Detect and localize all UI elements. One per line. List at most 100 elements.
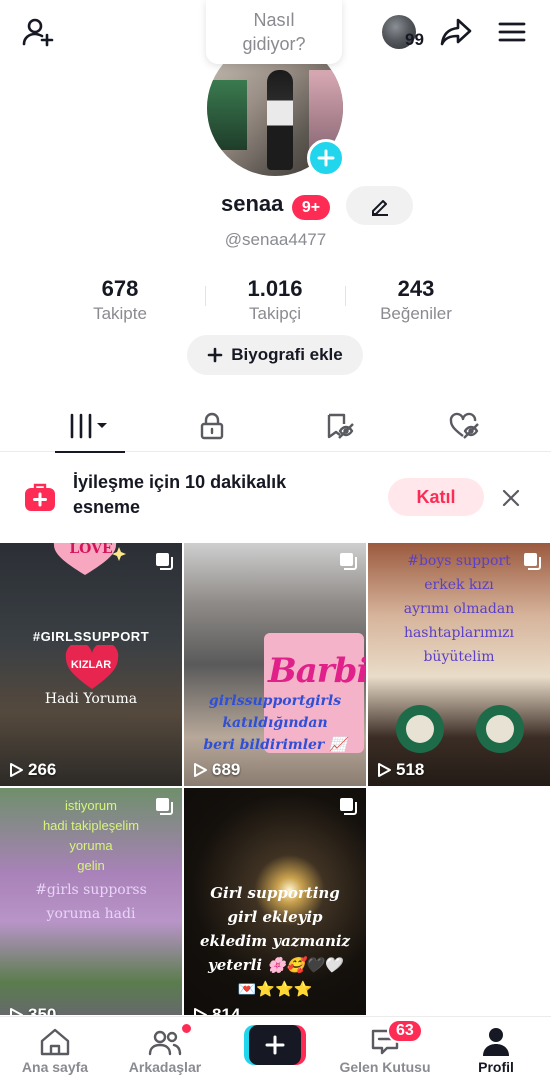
- pencil-icon: [371, 199, 388, 216]
- starbucks-logos: [396, 705, 524, 753]
- view-count-value: 518: [396, 760, 425, 779]
- nav-home[interactable]: Ana sayfa: [0, 1017, 110, 1080]
- nav-label: Ana sayfa: [21, 1059, 89, 1075]
- view-count-value: 350: [28, 1005, 57, 1015]
- promo-banner: İyileşme için 10 dakikalık esneme Katıl: [0, 462, 551, 532]
- tab-private[interactable]: [157, 400, 267, 452]
- nav-label: Profil: [478, 1059, 514, 1075]
- stat-value: 1.016: [247, 276, 303, 301]
- video-thumbnail[interactable]: istiyorum hadi takipleşelim yoruma gelin…: [0, 788, 182, 1015]
- view-count: 689: [192, 760, 240, 780]
- bottom-nav: Ana sayfa Arkadaşlar Gelen Kutusu 63 Pro…: [0, 1016, 551, 1080]
- close-icon[interactable]: [498, 485, 524, 511]
- video-caption: büyütelim: [423, 649, 495, 665]
- create-button[interactable]: [244, 1025, 306, 1065]
- video-caption: #girls supporss: [35, 882, 147, 898]
- home-icon: [40, 1028, 70, 1056]
- friends-icon: [148, 1030, 182, 1056]
- stat-label: Beğeniler: [380, 304, 452, 323]
- multi-photo-icon: [340, 798, 357, 815]
- stat-value: 678: [101, 276, 139, 301]
- view-count-value: 689: [212, 760, 241, 779]
- play-icon: [194, 1008, 207, 1015]
- video-caption: beri bildirimler 📈: [203, 737, 347, 753]
- multi-photo-icon: [340, 553, 357, 570]
- name-row: senaa 9+: [0, 186, 551, 226]
- add-story-plus-icon[interactable]: [307, 139, 345, 177]
- heart-eye-icon: [449, 412, 479, 439]
- plus-icon: [207, 347, 223, 363]
- video-thumbnail[interactable]: LOVE #GIRLSSUPPORT KIZLAR Hadi Yoruma 26…: [0, 543, 182, 786]
- inbox-unread-badge: 63: [387, 1019, 423, 1043]
- video-caption: erkek kızı: [424, 577, 494, 593]
- video-caption: Hadi Yoruma: [44, 691, 138, 707]
- plus-icon: [265, 1035, 285, 1055]
- notification-badge[interactable]: 9+: [292, 195, 330, 220]
- stat-likes[interactable]: 243 Beğeniler: [346, 276, 486, 324]
- video-thumbnail[interactable]: #boys support erkek kızı ayrımı olmadan …: [368, 543, 550, 786]
- nav-profile[interactable]: Profil: [441, 1017, 551, 1080]
- stat-following[interactable]: 678 Takipte: [50, 276, 190, 324]
- sparkle-icon: [112, 547, 126, 561]
- video-caption: 💌⭐⭐⭐: [237, 981, 313, 998]
- tab-videos[interactable]: [35, 400, 145, 453]
- stat-value: 243: [397, 276, 435, 301]
- share-icon[interactable]: [436, 12, 476, 52]
- video-caption: yeterli 🌸🥰🖤🤍: [208, 956, 342, 974]
- video-caption: ekledim yazmaniz: [199, 932, 351, 950]
- video-caption: ayrımı olmadan: [403, 601, 515, 617]
- play-icon: [10, 1008, 23, 1015]
- menu-icon[interactable]: [492, 12, 532, 52]
- status-note-bubble[interactable]: Nasıl gidiyor?: [206, 0, 342, 64]
- stat-label: Takipte: [93, 304, 147, 323]
- multi-photo-icon: [156, 553, 173, 570]
- nav-friends[interactable]: Arkadaşlar: [110, 1017, 220, 1080]
- video-grid: LOVE #GIRLSSUPPORT KIZLAR Hadi Yoruma 26…: [0, 543, 551, 1015]
- brand-text: Barbie: [268, 651, 366, 691]
- avatar-notification-count: 99: [405, 30, 424, 49]
- view-count-value: 266: [28, 760, 57, 779]
- play-icon: [378, 763, 391, 777]
- avatar-photo-detail: [207, 80, 247, 150]
- video-caption: Girl supporting: [210, 884, 340, 902]
- play-icon: [194, 763, 207, 777]
- profile-icon: [483, 1028, 509, 1056]
- bookmark-eye-icon: [327, 413, 354, 439]
- video-caption: yoruma hadi: [46, 906, 136, 922]
- video-caption: girlssupportgirls: [208, 693, 342, 709]
- add-friend-icon[interactable]: [18, 12, 58, 52]
- content-tabs: [0, 400, 551, 453]
- status-note-line-1: Nasıl: [253, 10, 295, 30]
- tab-liked[interactable]: [410, 400, 520, 452]
- multi-photo-icon: [524, 553, 541, 570]
- new-activity-dot: [181, 1023, 192, 1034]
- nav-inbox[interactable]: Gelen Kutusu: [330, 1017, 440, 1080]
- edit-profile-button[interactable]: [346, 186, 413, 225]
- video-caption: katıldığından: [222, 715, 328, 731]
- first-aid-kit-icon: [25, 483, 55, 511]
- user-handle: @senaa4477: [224, 230, 327, 249]
- nav-label: Gelen Kutusu: [339, 1059, 431, 1075]
- status-note-line-2: gidiyor?: [242, 34, 306, 54]
- account-switcher-avatar[interactable]: 99: [380, 13, 426, 53]
- video-thumbnail[interactable]: Barbie girlssupportgirls katıldığından b…: [184, 543, 366, 786]
- view-count: 266: [8, 760, 56, 780]
- multi-photo-icon: [156, 798, 173, 815]
- avatar-photo-detail: [309, 70, 343, 150]
- join-button[interactable]: Katıl: [388, 478, 484, 516]
- grid-icon: [70, 413, 107, 439]
- stat-followers[interactable]: 1.016 Takipçi: [205, 276, 345, 324]
- view-count-value: 814: [212, 1005, 241, 1015]
- tab-saved[interactable]: [285, 400, 395, 452]
- view-count: 350: [8, 1005, 56, 1015]
- play-icon: [10, 763, 23, 777]
- add-bio-button[interactable]: Biyografi ekle: [187, 335, 363, 375]
- video-caption: hashtaplarımızı: [403, 625, 515, 641]
- add-bio-label: Biyografi ekle: [231, 345, 343, 364]
- lock-icon: [200, 412, 224, 440]
- profile-stats: 678 Takipte 1.016 Takipçi 243 Beğeniler: [0, 276, 551, 326]
- video-caption: yoruma: [69, 838, 113, 853]
- video-caption: KIZLAR: [70, 659, 112, 671]
- nav-label: Arkadaşlar: [128, 1059, 202, 1075]
- video-thumbnail[interactable]: Girl supporting girl ekleyip ekledim yaz…: [184, 788, 366, 1015]
